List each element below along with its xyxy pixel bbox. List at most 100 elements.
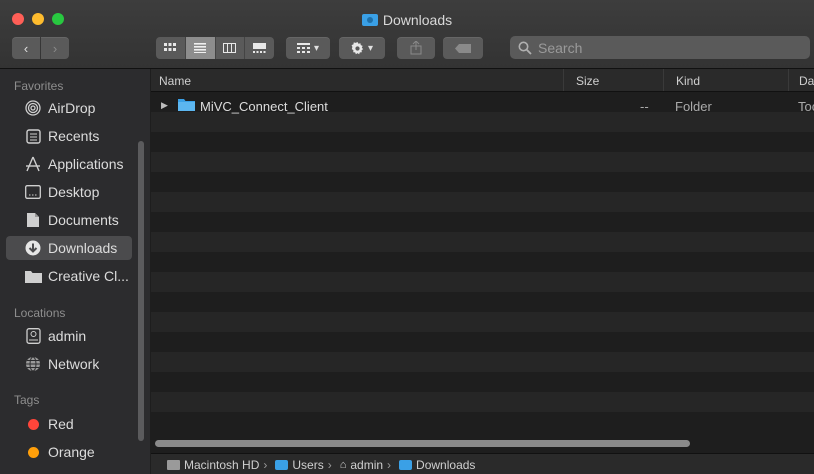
list-view-icon — [194, 43, 207, 53]
tag-icon — [455, 43, 471, 53]
table-row — [151, 312, 814, 332]
disclosure-triangle-icon[interactable]: ▶ — [161, 100, 168, 111]
documents-icon — [24, 211, 42, 229]
recents-icon — [24, 127, 42, 145]
back-button[interactable]: ‹ — [12, 37, 40, 59]
path-bar: Macintosh HD › Users › ⌂ admin › Download… — [151, 453, 814, 474]
window-title-text: Downloads — [382, 12, 453, 28]
sidebar-item-downloads[interactable]: Downloads — [6, 236, 132, 260]
breadcrumb-label: admin — [350, 457, 384, 472]
group-grid-icon — [296, 43, 310, 53]
table-row — [151, 372, 814, 392]
sidebar-item-label: Applications — [48, 156, 124, 172]
table-row — [151, 232, 814, 252]
sidebar-item-desktop[interactable]: Desktop — [6, 180, 132, 204]
sidebar-item-label: Red — [48, 416, 74, 432]
red-tag-icon — [24, 415, 42, 433]
gear-icon — [351, 41, 364, 54]
sidebar-item-applications[interactable]: Applications — [6, 152, 132, 176]
table-row — [151, 412, 814, 432]
column-header-kind[interactable]: Kind — [676, 74, 700, 88]
column-divider[interactable] — [788, 69, 789, 91]
edit-tags-button[interactable] — [443, 37, 483, 59]
table-row — [151, 192, 814, 212]
folder-icon — [178, 98, 195, 114]
sidebar-item-tag-red[interactable]: Red — [6, 412, 132, 436]
table-row — [151, 212, 814, 232]
sidebar-scrollbar[interactable] — [138, 141, 144, 441]
favorites-header: Favorites — [14, 79, 64, 93]
column-divider[interactable] — [563, 69, 564, 91]
network-icon — [24, 355, 42, 373]
share-button[interactable] — [397, 37, 435, 59]
downloads-folder-icon — [399, 459, 413, 470]
file-name: MiVC_Connect_Client — [200, 99, 328, 114]
chevron-down-icon: ▾ — [367, 42, 374, 54]
breadcrumb-macintosh-hd[interactable]: Macintosh HD — [155, 458, 259, 472]
breadcrumb-separator: › — [327, 457, 332, 472]
breadcrumb-label: Downloads — [416, 457, 476, 472]
column-header-size[interactable]: Size — [576, 74, 599, 88]
downloads-icon — [24, 239, 42, 257]
share-icon — [410, 41, 422, 55]
gallery-view-icon — [253, 43, 267, 53]
breadcrumb-label: Macintosh HD — [184, 457, 260, 472]
list-view-button[interactable] — [185, 37, 216, 59]
search-field[interactable] — [510, 36, 810, 59]
airdrop-icon — [24, 99, 42, 117]
sidebar-item-label: Documents — [48, 212, 119, 228]
search-input[interactable] — [536, 38, 800, 57]
icon-view-button[interactable] — [156, 37, 186, 59]
table-row — [151, 152, 814, 172]
column-view-icon — [223, 43, 237, 53]
breadcrumb-downloads[interactable]: Downloads — [399, 458, 475, 472]
file-row-mivc-connect-client[interactable]: ▶ MiVC_Connect_Client -- Folder Toc — [151, 96, 814, 116]
home-icon: ⌂ — [339, 458, 347, 471]
folder-icon — [24, 267, 42, 285]
group-by-button[interactable]: ▾ — [286, 37, 330, 59]
table-row — [151, 332, 814, 352]
breadcrumb-admin[interactable]: ⌂ admin — [340, 458, 383, 472]
breadcrumb-separator: › — [387, 457, 392, 472]
sidebar-item-admin[interactable]: admin — [6, 324, 132, 348]
horizontal-scrollbar[interactable] — [155, 440, 690, 447]
column-header-date[interactable]: Da — [799, 74, 814, 88]
table-row — [151, 172, 814, 192]
finder-window: Downloads ‹ › ▾ ▾ Search Favorites AirDr… — [0, 0, 814, 474]
column-header-bar: Name Size Kind Da — [151, 69, 814, 92]
sidebar-item-tag-orange[interactable]: Orange — [6, 440, 132, 464]
column-divider[interactable] — [663, 69, 664, 91]
forward-button[interactable]: › — [41, 37, 69, 59]
sidebar-item-network[interactable]: Network — [6, 352, 132, 376]
table-row — [151, 252, 814, 272]
sidebar-item-documents[interactable]: Documents — [6, 208, 132, 232]
chevron-down-icon: ▾ — [313, 42, 320, 54]
sidebar-item-label: Recents — [48, 128, 100, 144]
column-header-name[interactable]: Name — [159, 74, 191, 88]
tags-header: Tags — [14, 393, 40, 407]
file-date: Toc — [798, 99, 814, 114]
sidebar-item-label: Downloads — [48, 240, 118, 256]
table-row — [151, 272, 814, 292]
sidebar-item-creative-cloud[interactable]: Creative Cl... — [6, 264, 132, 288]
hard-drive-icon — [167, 459, 180, 470]
titlebar: Downloads ‹ › ▾ ▾ — [0, 0, 814, 69]
sidebar-item-label: admin — [48, 328, 87, 344]
locations-header: Locations — [14, 306, 66, 320]
file-list-area: Name Size Kind Da ▶ MiVC_Connect_Client … — [151, 69, 814, 474]
breadcrumb-label: Users — [292, 457, 324, 472]
breadcrumb-users[interactable]: Users — [275, 457, 324, 472]
search-icon — [518, 41, 532, 55]
sidebar-item-recents[interactable]: Recents — [6, 124, 132, 148]
column-view-button[interactable] — [216, 37, 246, 59]
table-row — [151, 352, 814, 372]
gallery-view-button[interactable] — [245, 37, 274, 59]
file-size: -- — [640, 99, 649, 114]
action-menu-button[interactable]: ▾ — [339, 37, 385, 59]
forward-icon: › — [52, 40, 58, 56]
sidebar-item-label: Desktop — [48, 184, 100, 200]
table-row — [151, 392, 814, 412]
sidebar: Favorites AirDrop Recents Applications D… — [0, 69, 150, 474]
downloads-folder-icon — [361, 14, 378, 26]
sidebar-item-airdrop[interactable]: AirDrop — [6, 96, 132, 120]
